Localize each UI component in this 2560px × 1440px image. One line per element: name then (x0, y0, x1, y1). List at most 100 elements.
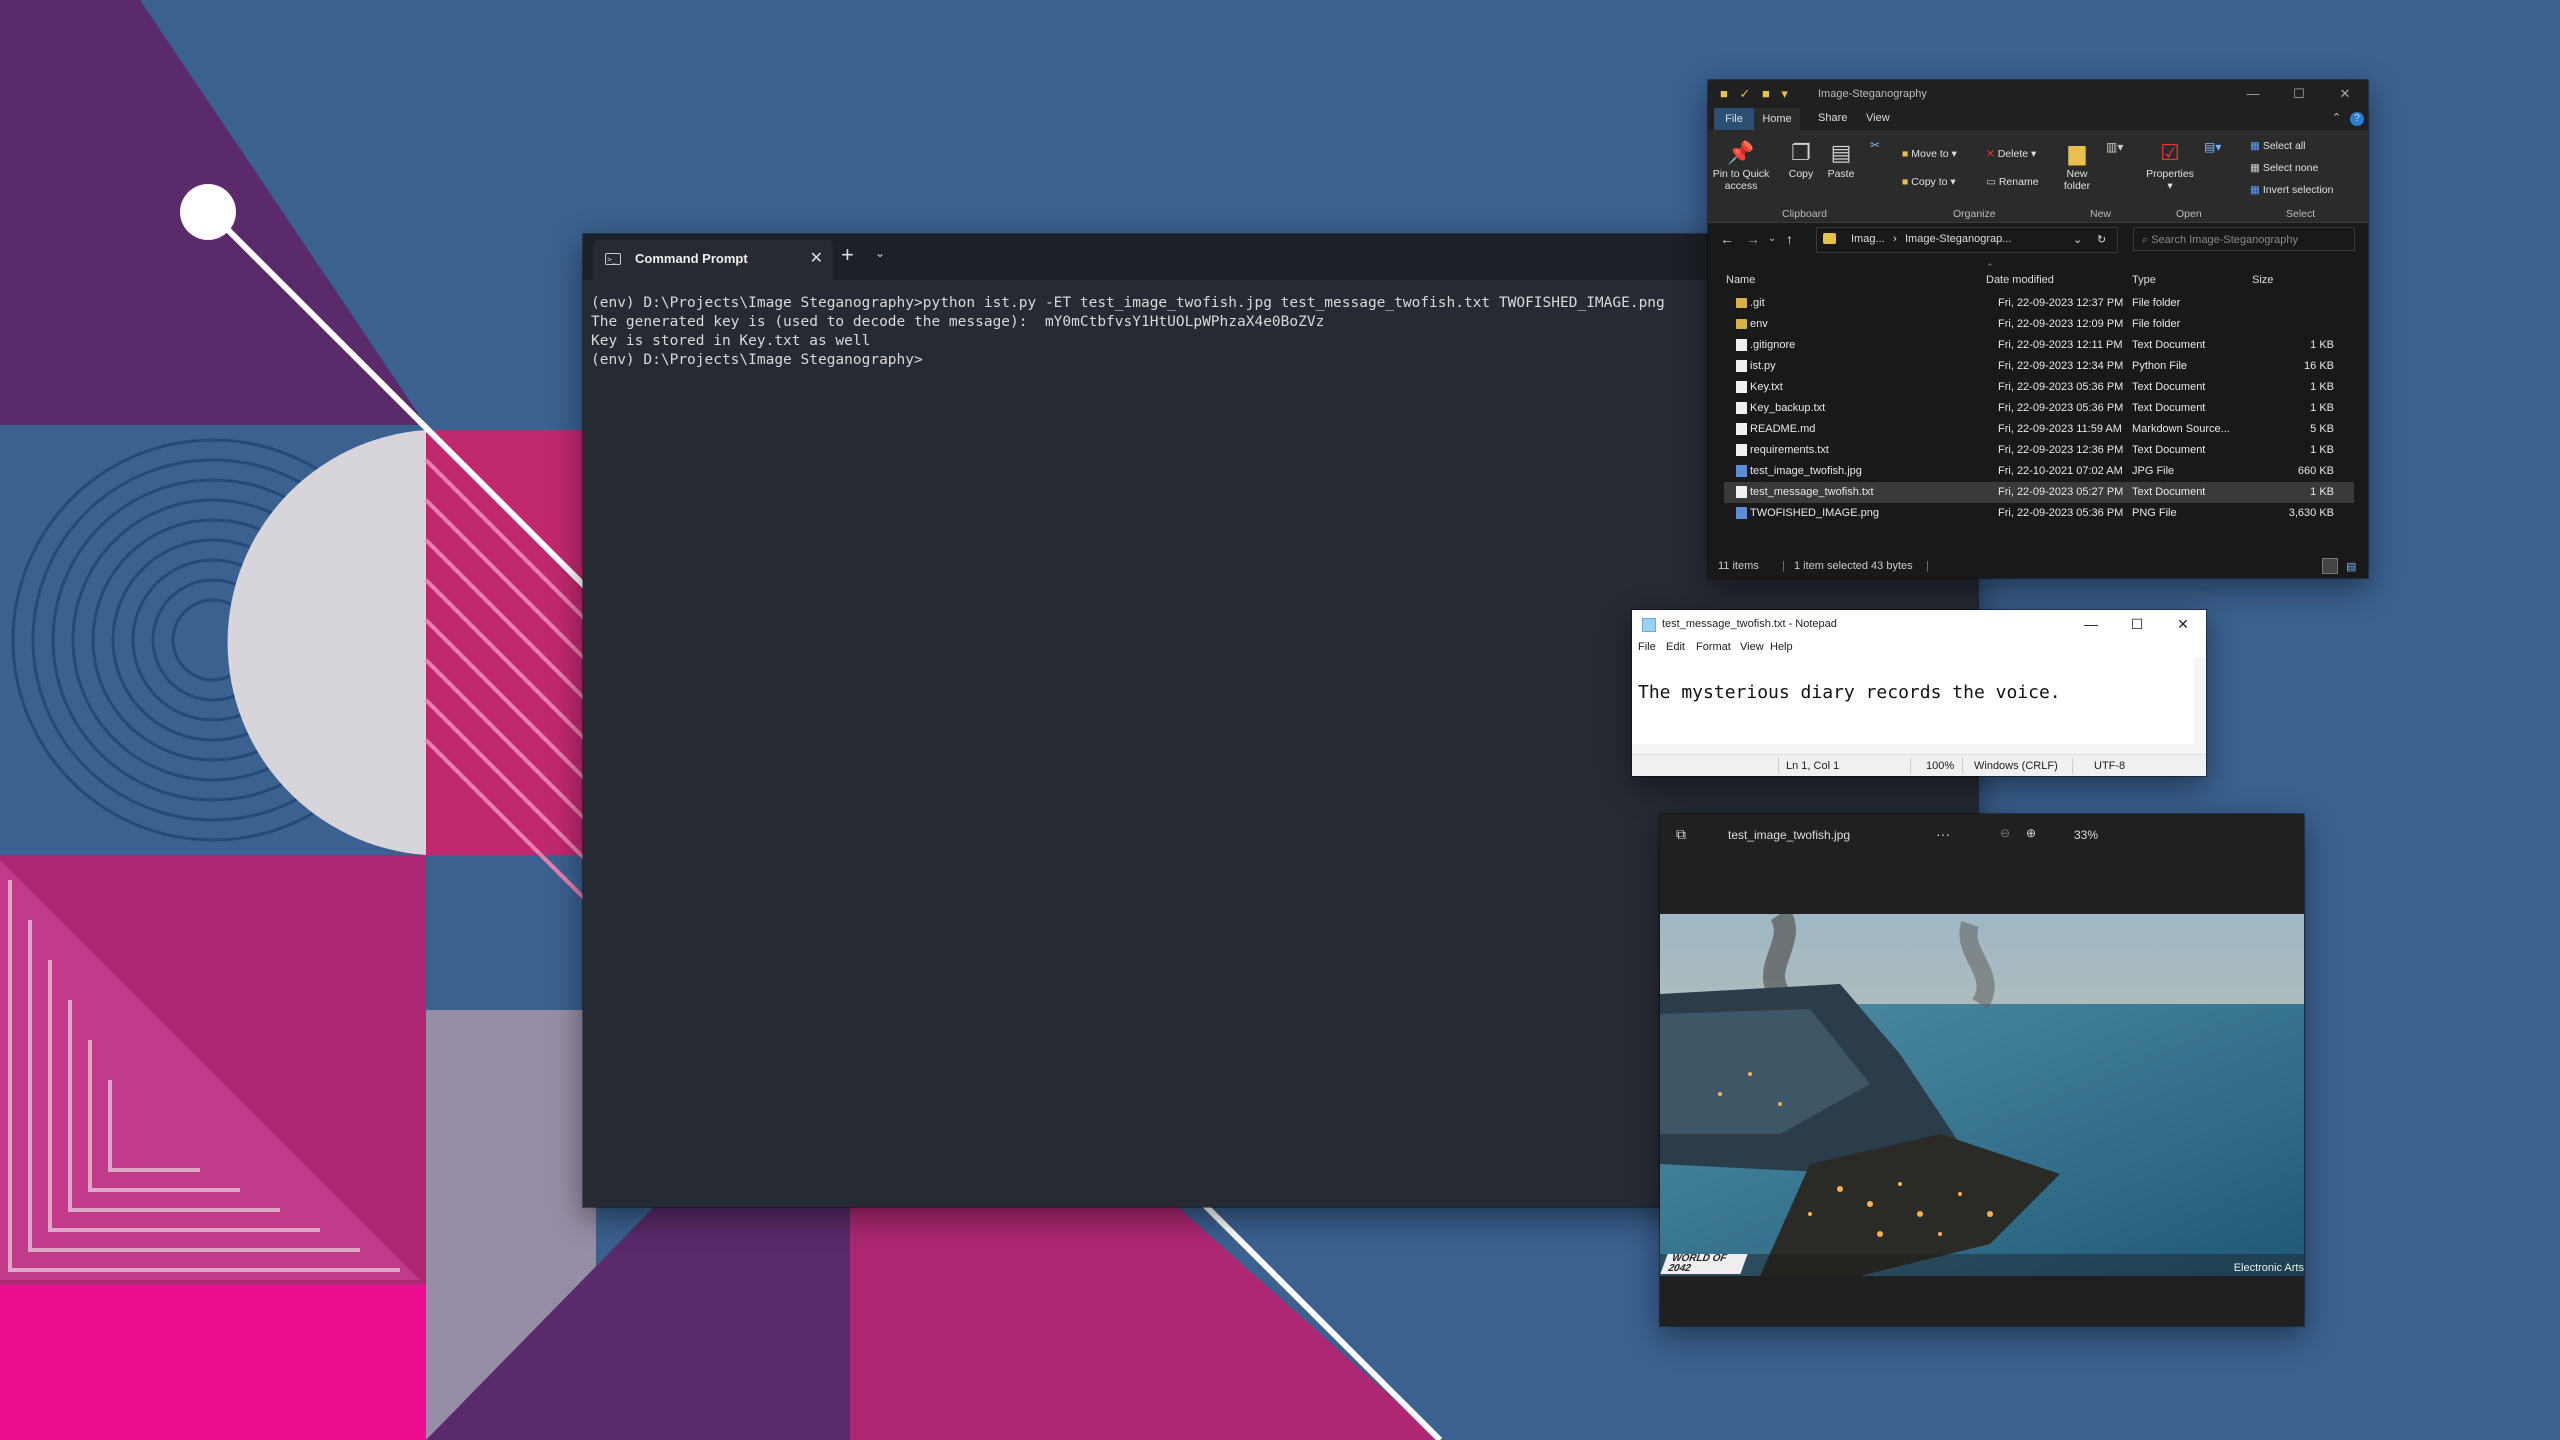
notepad-menubar: File Edit Format View Help (1632, 638, 2206, 658)
paste-button[interactable]: ▤ Paste (1826, 140, 1856, 180)
new-tab-button[interactable]: + (841, 242, 854, 268)
document-icon (1736, 402, 1747, 414)
file-size: 3,630 KB (2288, 507, 2334, 519)
delete-button[interactable]: ✕ Delete ▾ (1986, 148, 2036, 160)
file-row[interactable]: .git Fri, 22-09-2023 12:37 PM File folder (1724, 293, 2354, 314)
document-icon (1736, 339, 1747, 351)
file-size: 1 KB (2310, 402, 2334, 414)
select-all-button[interactable]: ▦ Select all (2250, 140, 2305, 152)
notepad-text-area[interactable]: The mysterious diary records the voice. (1638, 682, 2061, 703)
column-header-date[interactable]: Date modified (1986, 274, 2054, 286)
breadcrumb-current[interactable]: Image-Steganograp... (1905, 233, 2011, 245)
file-row[interactable]: Key_backup.txt Fri, 22-09-2023 05:36 PM Te… (1724, 398, 2354, 419)
close-button[interactable]: ✕ (2160, 610, 2206, 638)
file-row[interactable]: README.md Fri, 22-09-2023 11:59 AM Markdow… (1724, 419, 2354, 440)
rename-button[interactable]: ▭ Rename (1986, 176, 2039, 188)
tab-share[interactable]: Share (1818, 112, 1847, 124)
photos-app-icon: ⧉ (1676, 826, 1686, 842)
tab-view[interactable]: View (1866, 112, 1890, 124)
file-row[interactable]: test_message_twofish.txt Fri, 22-09-2023 … (1724, 482, 2354, 503)
details-view-icon[interactable] (2322, 558, 2338, 574)
copy-button[interactable]: ❐ Copy (1786, 140, 1816, 180)
displayed-image[interactable]: WORLD OF 2042 Electronic Arts (1660, 914, 2304, 1276)
cut-icon[interactable]: ✂ (1868, 138, 1882, 152)
menu-help[interactable]: Help (1770, 641, 1793, 653)
paste-icon: ▤ (1830, 140, 1852, 165)
file-name: TWOFISHED_IMAGE.png (1750, 507, 1879, 519)
zoom-out-icon[interactable]: ⊖ (2000, 826, 2010, 840)
notepad-window[interactable]: test_message_twofish.txt - Notepad — ☐ ✕… (1632, 610, 2206, 776)
folder-icon: ■ (1902, 176, 1912, 188)
file-list-header: Name ⌃ Date modified Type Size (1708, 262, 2368, 292)
tab-home[interactable]: Home (1754, 108, 1800, 130)
status-separator: | (1782, 560, 1785, 572)
back-arrow-icon[interactable]: ← (1720, 231, 1734, 247)
file-row[interactable]: Key.txt Fri, 22-09-2023 05:36 PM Text Docu… (1724, 377, 2354, 398)
file-name: env (1750, 318, 1768, 330)
properties-button[interactable]: ☑ Properties ▾ (2144, 140, 2196, 192)
menu-edit[interactable]: Edit (1666, 641, 1685, 653)
window-title: Image-Steganography (1818, 88, 1927, 100)
tab-file[interactable]: File (1714, 108, 1754, 130)
maximize-button[interactable]: ☐ (2276, 80, 2322, 108)
zoom-in-icon[interactable]: ⊕ (2026, 826, 2036, 840)
up-arrow-icon[interactable]: ↑ (1786, 231, 1793, 247)
large-icons-view-icon[interactable]: ▤ (2346, 560, 2356, 573)
pin-quick-access-button[interactable]: 📌 Pin to Quick access (1712, 140, 1770, 192)
game-watermark: WORLD OF 2042 (1660, 1253, 1748, 1274)
new-item-icon[interactable]: ▥▾ (2106, 140, 2123, 154)
vertical-scrollbar[interactable] (2194, 658, 2206, 754)
column-header-name[interactable]: Name (1726, 274, 1755, 286)
search-input[interactable]: ⌕ Search Image-Steganography (2133, 227, 2355, 251)
chevron-down-icon[interactable]: ⌄ (2073, 233, 2082, 246)
file-row[interactable]: env Fri, 22-09-2023 12:09 PM File folder (1724, 314, 2354, 335)
copy-to-button[interactable]: ■ Copy to ▾ (1902, 176, 1956, 188)
notepad-status-bar: Ln 1, Col 1 100% Windows (CRLF) UTF-8 (1632, 754, 2206, 776)
quick-access-toolbar-icons[interactable]: ■ ✓ ■ ▾ (1720, 86, 1792, 102)
file-row[interactable]: requirements.txt Fri, 22-09-2023 12:36 PM… (1724, 440, 2354, 461)
maximize-button[interactable]: ☐ (2114, 610, 2160, 638)
button-label: Properties (2146, 168, 2194, 180)
terminal-tab[interactable]: >_ Command Prompt ✕ (593, 240, 833, 280)
photos-window[interactable]: ⧉ test_image_twofish.jpg ··· ⊖ ⊕ 33% — ☐… (1660, 814, 2304, 1326)
menu-file[interactable]: File (1638, 641, 1656, 653)
help-icon[interactable]: ? (2350, 112, 2364, 126)
close-tab-icon[interactable]: ✕ (810, 248, 823, 268)
refresh-icon[interactable]: ↻ (2097, 233, 2106, 246)
minimize-button[interactable]: — (2068, 610, 2114, 638)
image-file-icon (1736, 507, 1747, 519)
file-type: Text Document (2132, 339, 2206, 351)
new-folder-button[interactable]: ▆ New folder (2062, 140, 2092, 192)
explorer-titlebar: ■ ✓ ■ ▾ Image-Steganography — ☐ ✕ (1708, 80, 2368, 108)
file-explorer-window[interactable]: ■ ✓ ■ ▾ Image-Steganography — ☐ ✕ File H… (1708, 80, 2368, 578)
horizontal-scrollbar[interactable] (1632, 744, 2194, 754)
file-date: Fri, 22-09-2023 12:34 PM (1998, 360, 2124, 372)
file-type: File folder (2132, 297, 2181, 309)
recent-locations-icon[interactable]: ⌄ (1768, 233, 1776, 244)
menu-format[interactable]: Format (1696, 641, 1731, 653)
minimize-button[interactable]: — (2230, 80, 2276, 108)
more-options-button[interactable]: ··· (1936, 826, 1950, 842)
close-button[interactable]: ✕ (2322, 80, 2368, 108)
file-row[interactable]: ist.py Fri, 22-09-2023 12:34 PM Python Fil… (1724, 356, 2354, 377)
column-header-type[interactable]: Type (2132, 274, 2156, 286)
select-none-button[interactable]: ▦ Select none (2250, 162, 2318, 174)
file-row[interactable]: .gitignore Fri, 22-09-2023 12:11 PM Text D… (1724, 335, 2354, 356)
open-icon[interactable]: ▤▾ (2204, 140, 2221, 154)
terminal-tab-title: Command Prompt (635, 251, 748, 266)
chevron-down-icon[interactable]: ⌄ (875, 246, 885, 260)
image-credit: Electronic Arts (2233, 1262, 2304, 1274)
file-row[interactable]: test_image_twofish.jpg Fri, 22-10-2021 07… (1724, 461, 2354, 482)
column-header-size[interactable]: Size (2252, 274, 2273, 286)
search-placeholder: Search Image-Steganography (2151, 234, 2298, 246)
address-bar[interactable]: Imag... › Image-Steganograp... ⌄ ↻ (1816, 227, 2118, 253)
breadcrumb-parent[interactable]: Imag... (1851, 233, 1885, 245)
file-type: Python File (2132, 360, 2188, 372)
move-to-button[interactable]: ■ Move to ▾ (1902, 148, 1957, 160)
menu-view[interactable]: View (1740, 641, 1764, 653)
address-bar-row: ← → ⌄ ↑ Imag... › Image-Steganograp... ⌄… (1708, 223, 2368, 255)
invert-selection-button[interactable]: ▦ Invert selection (2250, 184, 2333, 196)
forward-arrow-icon[interactable]: → (1746, 231, 1760, 247)
collapse-ribbon-icon[interactable]: ⌃ (2332, 111, 2341, 124)
file-row[interactable]: TWOFISHED_IMAGE.png Fri, 22-09-2023 05:36… (1724, 503, 2354, 524)
